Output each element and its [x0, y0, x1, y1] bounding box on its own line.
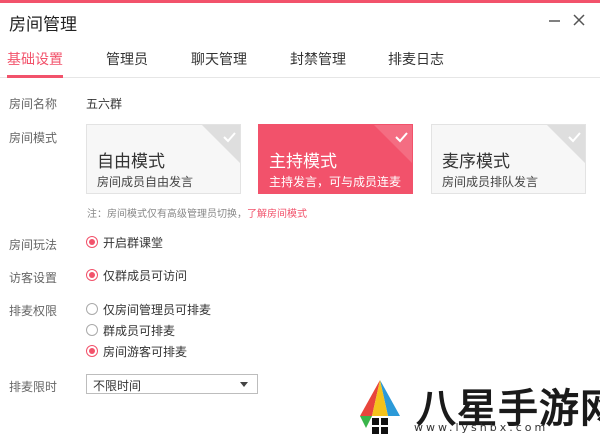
room-mode-label: 房间模式: [9, 131, 58, 145]
watermark: 八星手游网 www.lyshbx.com: [350, 376, 600, 436]
tab-admins[interactable]: 管理员: [106, 49, 148, 69]
tab-mic-log[interactable]: 排麦日志: [388, 49, 444, 69]
room-name-value: 五六群: [86, 97, 123, 111]
active-tab-indicator: [7, 75, 63, 78]
check-corner-icon: [202, 125, 240, 163]
check-corner-icon: [374, 125, 412, 163]
radio-button[interactable]: [86, 269, 98, 281]
room-name-label: 房间名称: [9, 97, 58, 111]
visitor-label: 访客设置: [9, 271, 58, 285]
radio-button[interactable]: [86, 236, 98, 248]
radio-label: 群成员可排麦: [103, 324, 176, 338]
minimize-icon: [549, 20, 560, 22]
radio-button[interactable]: [86, 324, 98, 336]
room-play-label: 房间玩法: [9, 238, 58, 252]
mode-card-title: 麦序模式: [442, 152, 510, 172]
radio-label: 开启群课堂: [103, 236, 164, 250]
mic-permission-label: 排麦权限: [9, 304, 58, 318]
radio-label: 仅群成员可访问: [103, 269, 188, 283]
mode-card-host[interactable]: 主持模式 主持发言，可与成员连麦: [258, 124, 413, 194]
mode-card-queue[interactable]: 麦序模式 房间成员排队发言: [431, 124, 586, 194]
learn-room-mode-link[interactable]: 了解房间模式: [247, 209, 307, 220]
radio-label: 房间游客可排麦: [103, 345, 188, 359]
check-corner-icon: [547, 125, 585, 163]
mode-card-free[interactable]: 自由模式 房间成员自由发言: [86, 124, 241, 194]
window-title: 房间管理: [9, 15, 77, 35]
mode-card-title: 主持模式: [269, 152, 337, 172]
room-mode-note: 注：房间模式仅有高级管理员切换，了解房间模式: [87, 205, 307, 220]
title-bar: 房间管理: [0, 3, 600, 37]
watermark-url: www.lyshbx.com: [414, 421, 549, 434]
radio-button[interactable]: [86, 345, 98, 357]
mic-time-select[interactable]: 不限时间: [86, 374, 258, 394]
tab-bar: 基础设置 管理员 聊天管理 封禁管理 排麦日志: [0, 44, 600, 78]
mode-card-desc: 房间成员自由发言: [97, 175, 194, 189]
tab-ban-management[interactable]: 封禁管理: [290, 49, 346, 69]
chevron-down-icon: [240, 382, 248, 387]
tab-basic-settings[interactable]: 基础设置: [7, 49, 63, 69]
close-button[interactable]: [570, 11, 588, 29]
watermark-logo-icon: [360, 380, 400, 434]
tab-chat-management[interactable]: 聊天管理: [191, 49, 247, 69]
radio-button[interactable]: [86, 303, 98, 315]
minimize-button[interactable]: [546, 11, 564, 29]
radio-label: 仅房间管理员可排麦: [103, 303, 212, 317]
mode-card-title: 自由模式: [97, 152, 165, 172]
mode-card-desc: 主持发言，可与成员连麦: [269, 175, 402, 189]
mode-card-desc: 房间成员排队发言: [442, 175, 539, 189]
room-mode-note-text: 注：房间模式仅有高级管理员切换，: [87, 209, 247, 220]
close-icon: [573, 14, 585, 26]
mic-time-label: 排麦限时: [9, 380, 58, 394]
mic-time-selected-value: 不限时间: [93, 379, 142, 393]
